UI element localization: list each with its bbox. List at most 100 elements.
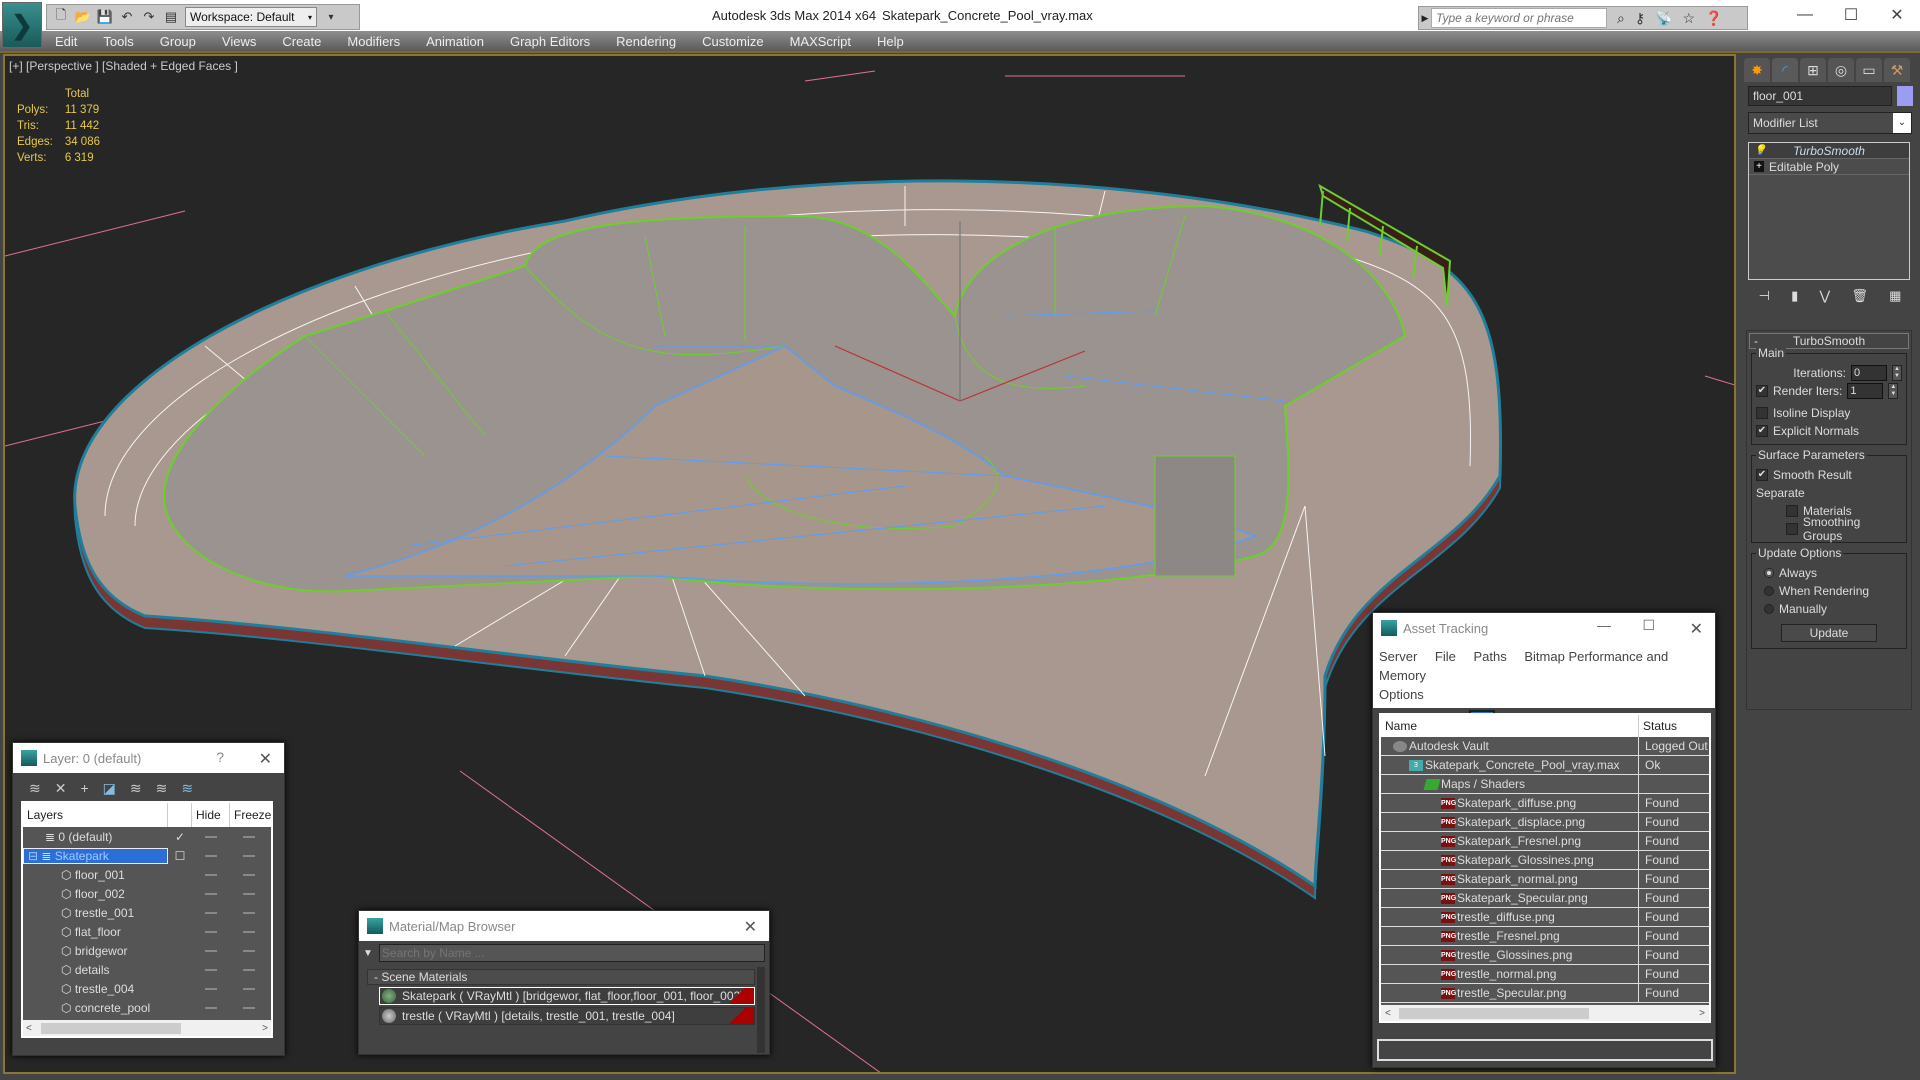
asset-row[interactable]: Autodesk Vault Logged Out [1381, 737, 1709, 756]
vertical-scrollbar[interactable] [757, 967, 765, 1053]
isoline-display-checkbox[interactable] [1756, 407, 1768, 419]
stack-item-editable-poly[interactable]: + Editable Poly [1749, 159, 1909, 175]
menu-modifiers[interactable]: Modifiers [347, 34, 400, 49]
smoothing-groups-checkbox[interactable] [1786, 523, 1798, 535]
menu-group[interactable]: Group [160, 34, 196, 49]
horizontal-scrollbar[interactable]: < > [23, 1020, 271, 1036]
undo-icon[interactable]: ↶ [119, 9, 135, 25]
lightbulb-icon[interactable]: 💡 [1754, 145, 1766, 156]
asset-row[interactable]: PNGSkatepark_displace.png Found [1381, 813, 1709, 832]
asset-row[interactable]: PNGtrestle_Glossines.png Found [1381, 946, 1709, 965]
help-button[interactable]: ? [216, 749, 224, 765]
options-menu-icon[interactable]: ▼ [363, 948, 373, 959]
object-row[interactable]: ⬡ details [23, 960, 271, 979]
motion-tab[interactable]: ◎ [1828, 58, 1854, 82]
save-icon[interactable]: 💾 [97, 9, 113, 25]
explicit-normals-checkbox[interactable]: ✔ [1756, 425, 1768, 437]
column-freeze[interactable]: Freeze [230, 803, 271, 827]
object-row[interactable]: ⬡ bridgewor [23, 941, 271, 960]
close-icon[interactable]: ✕ [1690, 619, 1703, 639]
keyword-search-input[interactable] [1431, 8, 1607, 28]
hide-freeze-all-icon[interactable]: ≋ [181, 780, 193, 797]
object-color-swatch[interactable] [1897, 86, 1913, 106]
make-unique-icon[interactable]: ⋁ [1819, 288, 1830, 304]
asset-row[interactable]: PNGSkatepark_diffuse.png Found [1381, 794, 1709, 813]
asset-row[interactable]: PNGSkatepark_Glossines.png Found [1381, 851, 1709, 870]
maximize-button[interactable]: ☐ [1828, 0, 1874, 30]
binoculars-icon[interactable]: ⌕ [1617, 10, 1625, 27]
menu-file[interactable]: File [1435, 649, 1456, 664]
manually-radio[interactable] [1764, 604, 1774, 614]
iterations-spinner[interactable]: 0 [1851, 365, 1887, 381]
show-end-result-icon[interactable]: ▮ [1791, 288, 1798, 304]
spinner-arrows-icon[interactable]: ▲ ▼ [1888, 383, 1899, 399]
material-item[interactable]: trestle ( VRayMtl ) [details, trestle_00… [379, 1007, 755, 1025]
scroll-right-icon[interactable]: > [262, 1023, 268, 1034]
select-layer-icon[interactable]: ≋ [130, 780, 142, 797]
asset-row[interactable]: Maps / Shaders [1381, 775, 1709, 794]
menu-create[interactable]: Create [282, 34, 321, 49]
select-objects-icon[interactable]: ◪ [103, 780, 116, 797]
column-current[interactable] [168, 803, 192, 827]
customize-toolbar-icon[interactable]: ▾ [323, 9, 339, 25]
viewport-label[interactable]: [+] [Perspective ] [Shaded + Edged Faces… [9, 59, 238, 73]
object-name-field[interactable]: floor_001 [1748, 86, 1892, 106]
column-status[interactable]: Status [1639, 715, 1709, 737]
material-item[interactable]: Skatepark ( VRayMtl ) [bridgewor, flat_f… [379, 987, 755, 1005]
object-row[interactable]: ⬡ concrete_pool [23, 998, 271, 1017]
delete-layer-icon[interactable]: ✕ [55, 780, 67, 797]
object-row[interactable]: ⬡ floor_002 [23, 884, 271, 903]
menu-options[interactable]: Options [1379, 687, 1424, 702]
dialog-title-bar[interactable]: Layer: 0 (default) ? ✕ [13, 743, 284, 773]
app-menu-button[interactable]: ❯ [2, 2, 42, 48]
dialog-title-bar[interactable]: Asset Tracking — ☐ ✕ [1373, 613, 1715, 643]
asset-row[interactable]: PNGtrestle_diffuse.png Found [1381, 908, 1709, 927]
menu-rendering[interactable]: Rendering [616, 34, 676, 49]
remove-modifier-icon[interactable]: 🗑 [1851, 288, 1868, 304]
new-icon[interactable]: 🗋 [53, 7, 69, 25]
asset-row[interactable]: PNGtrestle_Specular.png Found [1381, 984, 1709, 1003]
hierarchy-tab[interactable]: ⊞ [1800, 58, 1826, 82]
close-icon[interactable]: ✕ [744, 917, 757, 937]
asset-row[interactable]: PNGtrestle_normal.png Found [1381, 965, 1709, 984]
column-name[interactable]: Name [1381, 715, 1639, 737]
asset-row[interactable]: PNGSkatepark_Specular.png Found [1381, 889, 1709, 908]
scene-materials-group[interactable]: - Scene Materials [367, 969, 755, 985]
maximize-button[interactable]: ☐ [1642, 617, 1655, 634]
menu-edit[interactable]: Edit [55, 34, 77, 49]
pin-stack-icon[interactable]: ⊣ [1759, 288, 1770, 304]
expand-plus-icon[interactable]: + [1754, 161, 1764, 172]
menu-bitmap-performance[interactable]: Bitmap Performance and Memory [1379, 649, 1668, 683]
when-rendering-radio[interactable] [1764, 586, 1774, 596]
expand-icon[interactable]: ▶ [1419, 13, 1431, 24]
add-to-layer-icon[interactable]: + [80, 780, 88, 796]
render-iters-spinner[interactable]: 1 [1847, 383, 1884, 399]
menu-help[interactable]: Help [877, 34, 904, 49]
menu-views[interactable]: Views [222, 34, 256, 49]
column-layers[interactable]: Layers [23, 803, 168, 827]
asset-row[interactable]: 3 Skatepark_Concrete_Pool_vray.max Ok [1381, 756, 1709, 775]
minimize-button[interactable]: — [1597, 617, 1611, 633]
menu-maxscript[interactable]: MAXScript [790, 34, 851, 49]
project-folder-icon[interactable]: ▤ [163, 9, 179, 25]
scroll-left-icon[interactable]: < [1385, 1008, 1391, 1019]
object-row[interactable]: ⬡ trestle_004 [23, 979, 271, 998]
scroll-right-icon[interactable]: > [1699, 1008, 1705, 1019]
collapse-icon[interactable]: ⊟ [28, 849, 38, 863]
utilities-tab[interactable]: ⚒ [1884, 58, 1910, 82]
menu-graph-editors[interactable]: Graph Editors [510, 34, 590, 49]
update-button[interactable]: Update [1781, 624, 1877, 642]
object-row[interactable]: ⬡ trestle_001 [23, 903, 271, 922]
new-layer-icon[interactable]: ≋ [29, 780, 41, 797]
column-hide[interactable]: Hide [192, 803, 230, 827]
stack-item-turbosmooth[interactable]: 💡 TurboSmooth [1749, 143, 1909, 159]
smooth-result-checkbox[interactable]: ✔ [1756, 469, 1768, 481]
close-icon[interactable]: ✕ [259, 749, 272, 769]
scroll-left-icon[interactable]: < [26, 1023, 32, 1034]
configure-modifier-sets-icon[interactable]: ▦ [1889, 288, 1901, 304]
create-tab[interactable]: ✸ [1744, 58, 1770, 82]
scrollbar-thumb[interactable] [1399, 1008, 1589, 1019]
object-row[interactable]: ⬡ floor_001 [23, 865, 271, 884]
redo-icon[interactable]: ↷ [141, 9, 157, 25]
menu-server[interactable]: Server [1379, 649, 1417, 664]
